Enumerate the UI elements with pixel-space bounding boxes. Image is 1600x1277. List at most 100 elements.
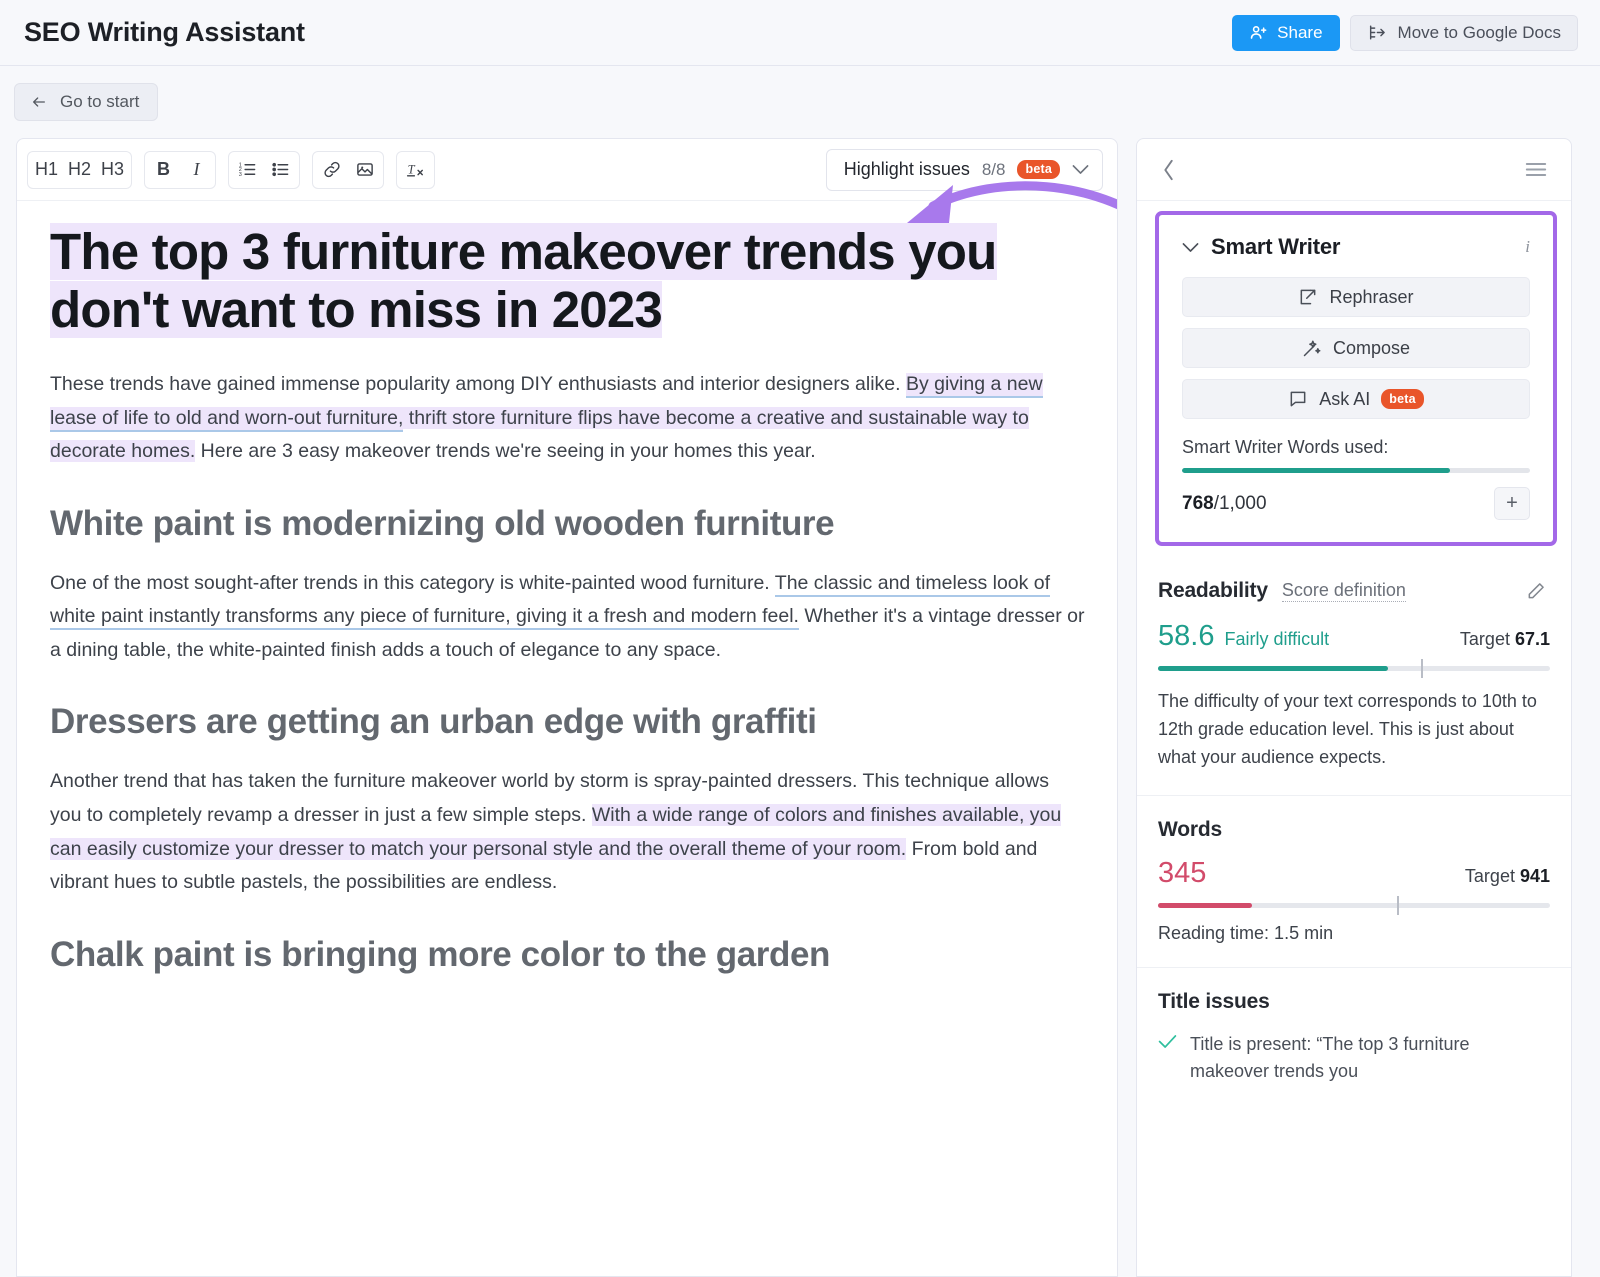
words-target: Target 941 bbox=[1465, 866, 1550, 887]
smart-writer-used: 768 bbox=[1182, 492, 1214, 514]
bullet-list-button[interactable] bbox=[264, 153, 297, 187]
pencil-square-icon bbox=[1298, 287, 1318, 307]
document-body[interactable]: The top 3 furniture makeover trends you … bbox=[17, 201, 1117, 1276]
words-target-value: 941 bbox=[1519, 865, 1550, 886]
reading-time: Reading time: 1.5 min bbox=[1158, 922, 1334, 943]
document-title: The top 3 furniture makeover trends you … bbox=[50, 223, 1085, 338]
section-1-paragraph: One of the most sought-after trends in t… bbox=[50, 567, 1085, 668]
italic-button[interactable]: I bbox=[180, 153, 213, 187]
chevron-down-icon[interactable] bbox=[1182, 242, 1199, 253]
pencil-icon bbox=[1526, 581, 1546, 601]
share-button[interactable]: Share bbox=[1232, 14, 1340, 51]
smart-writer-header[interactable]: Smart Writer i bbox=[1182, 234, 1530, 260]
intro-paragraph: These trends have gained immense popular… bbox=[50, 368, 1085, 469]
go-to-start-button[interactable]: Go to start bbox=[14, 83, 159, 121]
score-definition-link[interactable]: Score definition bbox=[1281, 580, 1406, 602]
section-2-paragraph: Another trend that has taken the furnitu… bbox=[50, 765, 1085, 899]
italic-label: I bbox=[193, 159, 200, 179]
ordered-list-icon: 1 2 3 bbox=[237, 160, 258, 179]
magic-wand-icon bbox=[1302, 338, 1322, 358]
readability-metric-row: 58.6 Fairly difficult Target 67.1 bbox=[1158, 620, 1550, 653]
title-issue-text: Title is present: “The top 3 furniture m… bbox=[1190, 1033, 1470, 1081]
smart-writer-total: /1,000 bbox=[1213, 492, 1267, 514]
add-words-button[interactable]: + bbox=[1494, 487, 1530, 520]
readability-header: Readability Score definition bbox=[1158, 577, 1550, 605]
hamburger-menu-icon bbox=[1525, 161, 1547, 178]
rephraser-button[interactable]: Rephraser bbox=[1182, 277, 1530, 317]
smart-writer-count: 768/1,000 bbox=[1182, 493, 1267, 515]
words-progress-track bbox=[1158, 895, 1550, 915]
clear-format-tool-group: T bbox=[396, 150, 436, 189]
ordered-list-button[interactable]: 1 2 3 bbox=[231, 153, 264, 187]
panel-menu-button[interactable] bbox=[1521, 157, 1551, 182]
image-icon bbox=[355, 160, 375, 179]
svg-text:3: 3 bbox=[239, 172, 242, 178]
compose-button[interactable]: Compose bbox=[1182, 328, 1530, 368]
bold-button[interactable]: B bbox=[147, 153, 180, 187]
ask-ai-button[interactable]: Ask AI beta bbox=[1182, 379, 1530, 419]
smart-writer-progress-track bbox=[1182, 468, 1530, 473]
title-issues-header: Title issues bbox=[1158, 990, 1550, 1014]
collapse-panel-button[interactable] bbox=[1158, 155, 1180, 185]
edit-readability-target-button[interactable] bbox=[1522, 577, 1550, 605]
h3-label: H3 bbox=[101, 159, 125, 179]
text-style-tool-group: B I bbox=[144, 150, 217, 189]
h2-label: H2 bbox=[68, 159, 92, 179]
svg-text:T: T bbox=[407, 162, 415, 176]
readability-section: Readability Score definition 58.6 Fairly… bbox=[1137, 555, 1571, 795]
words-target-tick bbox=[1397, 895, 1399, 915]
ask-ai-label: Ask AI bbox=[1319, 388, 1371, 409]
readability-state: Fairly difficult bbox=[1224, 629, 1330, 649]
smart-writer-progress-fill bbox=[1182, 468, 1450, 473]
clear-format-button[interactable]: T bbox=[399, 153, 432, 187]
chevron-left-icon bbox=[1162, 159, 1176, 181]
heading-3-button[interactable]: H3 bbox=[96, 153, 129, 187]
readability-progress-fill bbox=[1158, 666, 1388, 671]
words-value: 345 bbox=[1158, 856, 1207, 889]
chevron-down-icon bbox=[1072, 162, 1089, 178]
analysis-panel-header bbox=[1137, 139, 1571, 201]
bullet-list-icon bbox=[270, 160, 291, 179]
words-title: Words bbox=[1158, 817, 1222, 841]
arrow-left-icon bbox=[29, 94, 49, 110]
heading-2-button[interactable]: H2 bbox=[63, 153, 96, 187]
highlight-issues-dropdown[interactable]: Highlight issues 8/8 beta bbox=[825, 148, 1103, 191]
workspace: H1 H2 H3 B I 1 2 3 T Highlight issues 8/… bbox=[0, 138, 1600, 1277]
section-1-part1: One of the most sought-after trends in t… bbox=[50, 571, 775, 594]
rephraser-label: Rephraser bbox=[1329, 286, 1414, 307]
title-issues-title: Title issues bbox=[1158, 989, 1270, 1013]
words-metric-row: 345 Target 941 bbox=[1158, 857, 1550, 890]
readability-target: Target 67.1 bbox=[1460, 629, 1550, 650]
document-title-text: The top 3 furniture makeover trends you … bbox=[50, 223, 997, 338]
share-person-icon bbox=[1249, 23, 1268, 42]
move-to-google-docs-button[interactable]: Move to Google Docs bbox=[1349, 14, 1578, 51]
smart-writer-section: Smart Writer i Rephraser Compose Ask AI … bbox=[1155, 211, 1557, 546]
list-tool-group: 1 2 3 bbox=[228, 150, 301, 189]
share-label: Share bbox=[1277, 22, 1323, 42]
heading-1-button[interactable]: H1 bbox=[30, 153, 63, 187]
link-button[interactable] bbox=[315, 153, 348, 187]
section-3-heading: Chalk paint is bringing more color to th… bbox=[50, 934, 831, 974]
editor-toolbar: H1 H2 H3 B I 1 2 3 T Highlight issues 8/… bbox=[17, 139, 1117, 201]
smart-writer-title: Smart Writer bbox=[1211, 234, 1341, 259]
readability-score: 58.6 bbox=[1158, 620, 1215, 652]
highlight-issues-label: Highlight issues bbox=[843, 159, 970, 179]
section-1-heading: White paint is modernizing old wooden fu… bbox=[50, 503, 835, 543]
title-issues-section: Title issues Title is present: “The top … bbox=[1137, 966, 1571, 1108]
analysis-panel: Smart Writer i Rephraser Compose Ask AI … bbox=[1136, 138, 1572, 1277]
insert-tool-group bbox=[312, 150, 385, 189]
title-issue-item: Title is present: “The top 3 furniture m… bbox=[1158, 1031, 1550, 1085]
smart-writer-count-row: 768/1,000 + bbox=[1182, 487, 1530, 520]
editor-panel: H1 H2 H3 B I 1 2 3 T Highlight issues 8/… bbox=[16, 138, 1118, 1277]
top-bar-actions: Share Move to Google Docs bbox=[1232, 14, 1578, 51]
intro-part1: These trends have gained immense popular… bbox=[50, 373, 906, 396]
info-icon[interactable]: i bbox=[1525, 237, 1530, 257]
readability-target-label: Target bbox=[1459, 629, 1515, 649]
section-2-heading: Dressers are getting an urban edge with … bbox=[50, 702, 817, 742]
sub-bar: Go to start bbox=[0, 66, 1600, 138]
move-label: Move to Google Docs bbox=[1397, 22, 1561, 42]
check-icon bbox=[1158, 1034, 1177, 1085]
image-button[interactable] bbox=[348, 153, 381, 187]
bold-label: B bbox=[157, 159, 171, 179]
go-to-start-label: Go to start bbox=[60, 92, 140, 111]
